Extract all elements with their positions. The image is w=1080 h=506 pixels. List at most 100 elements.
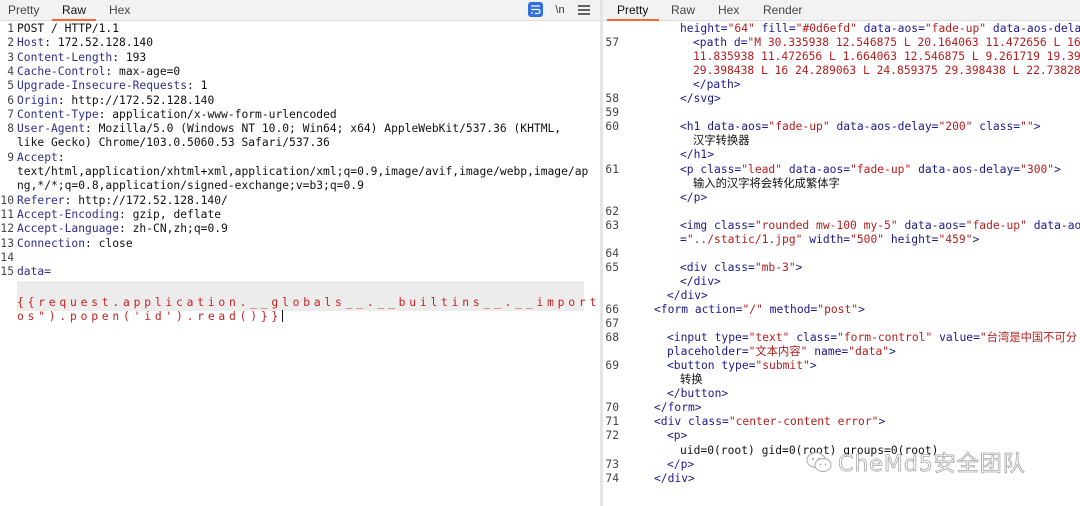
newline-toggle-button[interactable]: \n <box>552 2 568 17</box>
line-number: 15 <box>0 265 14 279</box>
response-line: 转换 <box>603 373 1080 387</box>
line-text: <path d="M 30.335938 12.546875 L 20.1640… <box>693 36 1080 50</box>
response-tabbar: Pretty Raw Hex Render <box>603 0 1080 21</box>
html-attribute: placeholder= <box>667 345 749 359</box>
header-name: Referer <box>17 193 65 207</box>
attribute-value: "" <box>1020 120 1034 134</box>
line-text: Host: 172.52.128.140 <box>17 36 153 50</box>
response-line: 63 <img class="rounded mw-100 my-5" data-… <box>603 219 1080 233</box>
html-attribute: width= <box>802 232 851 246</box>
line-number: 62 <box>605 204 619 218</box>
html-attribute: type= <box>714 359 756 373</box>
request-line: 2 Host: 172.52.128.140 <box>0 36 600 50</box>
line-text: <div class="mb-3"> <box>680 261 802 275</box>
line-text: <form action="/" method="post"> <box>654 303 865 317</box>
request-line: 6 Origin: http://172.52.128.140 <box>0 94 600 108</box>
tab-render[interactable]: Render <box>763 3 802 17</box>
header-name: Content-Type <box>17 107 99 121</box>
line-number: 8 <box>7 122 14 136</box>
line-text: </div> <box>667 289 708 303</box>
line-number: 65 <box>605 260 619 274</box>
attribute-value: "500" <box>850 232 885 246</box>
html-attribute: d= <box>727 36 748 50</box>
html-attribute: = <box>680 232 687 246</box>
html-tag: </svg> <box>680 92 721 106</box>
response-line: 70 </form> <box>603 401 1080 415</box>
line-text: Accept-Language: zh-CN,zh;q=0.9 <box>17 222 228 236</box>
burp-repeater-view: Pretty Raw Hex \n {{request.application.… <box>0 0 1080 506</box>
active-tab-indicator <box>52 19 96 21</box>
html-attribute: data-ao <box>1026 218 1080 232</box>
line-text: Referer: http://172.52.128.140/ <box>17 194 228 208</box>
header-value: : max-age=0 <box>105 64 181 78</box>
line-text: height="64" fill="#0d6efd" data-aos="fad… <box>680 22 1080 36</box>
header-value: like Gecko) Chrome/103.0.5060.53 Safari/… <box>17 136 330 150</box>
html-attribute: data-aos= <box>782 162 851 176</box>
tab-hex[interactable]: Hex <box>718 3 739 17</box>
attribute-value: "lead" <box>741 162 783 176</box>
html-tag: <p> <box>667 429 688 443</box>
tab-raw[interactable]: Raw <box>671 3 695 17</box>
html-tag: </form> <box>654 401 702 415</box>
line-text: </p> <box>667 458 694 472</box>
line-text: <p class="lead" data-aos="fade-up" data-… <box>680 163 1061 177</box>
tab-pretty[interactable]: Pretty <box>8 3 39 17</box>
tab-raw[interactable]: Raw <box>62 3 86 17</box>
active-tab-indicator <box>607 19 659 21</box>
line-text: like Gecko) Chrome/103.0.5060.53 Safari/… <box>17 136 330 150</box>
line-text: </path> <box>693 78 741 92</box>
html-attribute: data-aos-delay= <box>829 120 939 134</box>
line-text: </div> <box>680 275 721 289</box>
header-name: Connection <box>17 236 86 250</box>
html-tag: <div <box>654 415 682 429</box>
html-tag: > <box>1033 120 1041 134</box>
html-attribute: value= <box>932 331 980 345</box>
response-line: 67 <box>603 317 1080 331</box>
line-number: 72 <box>605 429 619 443</box>
response-line: height="64" fill="#0d6efd" data-aos="fad… <box>603 22 1080 36</box>
attribute-value: "#0d6efd" <box>795 22 857 35</box>
wrap-lines-icon[interactable] <box>528 2 543 17</box>
response-line: 60 <h1 data-aos="fade-up" data-aos-delay=… <box>603 120 1080 134</box>
line-number: 60 <box>605 120 619 134</box>
header-value: text/html,application/xhtml+xml,applicat… <box>17 165 589 178</box>
line-text: 11.835938 11.472656 L 1.664063 12.546875… <box>693 50 1080 64</box>
line-number: 70 <box>605 401 619 415</box>
header-value: : http://172.52.128.140 <box>57 93 215 107</box>
html-tag: <form <box>654 303 689 316</box>
request-line: 15 data= <box>0 265 600 279</box>
header-value: : 172.52.128.140 <box>44 36 154 50</box>
request-line: 8 User-Agent: Mozilla/5.0 (Windows NT 10.… <box>0 122 600 136</box>
html-tag: </div> <box>667 288 708 302</box>
menu-icon[interactable] <box>576 2 592 17</box>
line-number: 61 <box>605 162 619 176</box>
line-number: 2 <box>7 36 14 50</box>
line-text: User-Agent: Mozilla/5.0 (Windows NT 10.0… <box>17 122 561 136</box>
html-tag: </div> <box>680 274 721 288</box>
html-tag: </h1> <box>680 148 715 162</box>
attribute-value: "M 30.335938 12.546875 L 20.164063 11.47… <box>747 36 1080 50</box>
line-number: 1 <box>7 22 14 35</box>
text-content: 输入的汉字将会转化成繁体字 <box>693 176 840 190</box>
attribute-value: "64" <box>727 22 755 35</box>
header-name: Accept-Encoding <box>17 207 120 221</box>
line-number: 71 <box>605 415 619 429</box>
line-number: 73 <box>605 457 619 471</box>
response-line: 68 <input type="text" class="form-control… <box>603 331 1080 345</box>
tab-hex[interactable]: Hex <box>109 3 130 17</box>
attribute-value: 11.835938 11.472656 L 1.664063 12.546875… <box>693 50 1080 64</box>
header-value: : close <box>85 236 133 250</box>
response-line: ="../static/1.jpg" width="500" height="4… <box>603 233 1080 247</box>
line-text: </div> <box>654 472 695 486</box>
html-tag: > <box>809 359 817 373</box>
tab-pretty[interactable]: Pretty <box>617 3 648 17</box>
request-line: 12 Accept-Language: zh-CN,zh;q=0.9 <box>0 222 600 236</box>
line-number: 59 <box>605 106 619 120</box>
text-content: 汉字转换器 <box>693 134 750 148</box>
line-text: </p> <box>680 191 707 205</box>
header-name: data= <box>17 265 52 279</box>
attribute-value: "fade-up" <box>850 162 912 176</box>
response-line: 74 </div> <box>603 472 1080 486</box>
html-tag: > <box>795 260 803 274</box>
request-pane: Pretty Raw Hex \n {{request.application.… <box>0 0 600 506</box>
